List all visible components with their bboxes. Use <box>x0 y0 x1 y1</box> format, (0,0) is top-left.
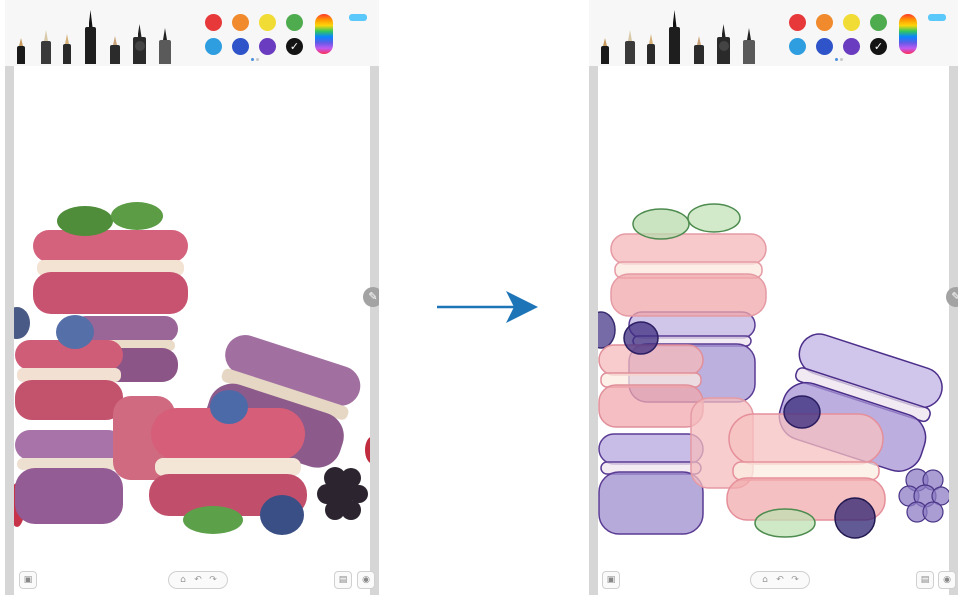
undo-icon[interactable]: ↶ <box>191 572 205 588</box>
color-swatch-red[interactable] <box>789 14 806 31</box>
color-swatch-purple[interactable] <box>259 38 276 55</box>
color-swatch-light-blue[interactable] <box>789 38 806 55</box>
drawing-app-screen-after: ✓ ✎ ▣ ⌂ ↶ ↷ ▤ ◉ <box>589 0 958 595</box>
pink-macaron-left <box>15 340 123 420</box>
macaron-photo <box>14 202 370 535</box>
share-icon[interactable]: ◉ <box>357 571 375 589</box>
purple-macaron-bottom <box>598 433 704 535</box>
pencil-icon[interactable] <box>63 34 71 64</box>
side-pen-handle-icon[interactable]: ✎ <box>363 287 379 307</box>
left-frame-rail <box>589 66 598 595</box>
pen-toolbar: ✓ <box>589 0 958 67</box>
blueberry-icon <box>14 307 30 339</box>
save-icon[interactable]: ▤ <box>916 571 934 589</box>
marker-icon[interactable] <box>669 10 680 64</box>
raspberry-icon <box>365 437 370 463</box>
pink-macaron-top <box>610 233 767 317</box>
color-swatch-blue[interactable] <box>816 38 833 55</box>
drawing-canvas[interactable] <box>14 66 370 595</box>
pink-macaron-left <box>598 344 704 428</box>
drawing-canvas[interactable] <box>598 66 949 595</box>
crayon-icon[interactable] <box>110 36 120 64</box>
redo-icon[interactable]: ↷ <box>206 572 220 588</box>
crayon-icon[interactable] <box>694 36 704 64</box>
left-frame-rail <box>5 66 14 595</box>
color-swatch-yellow[interactable] <box>259 14 276 31</box>
right-arrow-icon <box>437 291 538 323</box>
macaron-drawing <box>598 203 949 539</box>
color-swatch-purple[interactable] <box>843 38 860 55</box>
color-spectrum-icon[interactable] <box>899 14 917 54</box>
color-swatch-light-blue[interactable] <box>205 38 222 55</box>
toolbar-page-dots <box>251 58 261 62</box>
ink-pen-icon[interactable] <box>133 24 146 64</box>
right-frame-rail <box>370 66 379 595</box>
toolbar-tab-indicator[interactable] <box>349 14 367 21</box>
color-swatch-green[interactable] <box>286 14 303 31</box>
home-icon[interactable]: ⌂ <box>758 572 772 588</box>
blueberry-icon <box>210 390 248 424</box>
ink-pen-icon[interactable] <box>717 24 730 64</box>
gallery-icon[interactable]: ▣ <box>602 571 620 589</box>
blueberry-icon <box>260 495 304 535</box>
pen-tools-row <box>599 6 781 64</box>
gallery-icon[interactable]: ▣ <box>19 571 37 589</box>
blueberry-icon <box>783 395 821 429</box>
share-icon[interactable]: ◉ <box>938 571 956 589</box>
save-icon[interactable]: ▤ <box>334 571 352 589</box>
blackberry-icon <box>317 467 368 520</box>
toolbar-tab-indicator[interactable] <box>928 14 946 21</box>
blueberry-icon <box>598 311 616 349</box>
undo-redo-pill: ⌂ ↶ ↷ <box>750 571 810 589</box>
calligraphy-brush-icon[interactable] <box>41 30 51 64</box>
redo-icon[interactable]: ↷ <box>788 572 802 588</box>
blackberry-icon <box>898 468 949 523</box>
mint-leaf-bottom <box>183 506 243 534</box>
color-swatch-yellow[interactable] <box>843 14 860 31</box>
color-swatch-red[interactable] <box>205 14 222 31</box>
drawing-app-screen-before: ✓ ✎ ▣ ⌂ ↶ ↷ ▤ ◉ <box>5 0 379 595</box>
undo-redo-pill: ⌂ ↶ ↷ <box>168 571 228 589</box>
calligraphy-brush-icon[interactable] <box>625 30 635 64</box>
pen-toolbar: ✓ <box>5 0 379 67</box>
color-palette: ✓ <box>789 14 891 55</box>
highlighter-icon[interactable] <box>159 28 171 64</box>
fountain-pen-icon[interactable] <box>17 38 25 64</box>
highlighter-icon[interactable] <box>743 28 755 64</box>
fountain-pen-icon[interactable] <box>601 38 609 64</box>
blueberry-icon <box>834 497 876 539</box>
home-icon[interactable]: ⌂ <box>176 572 190 588</box>
pink-macaron-top <box>33 230 188 314</box>
color-swatch-orange[interactable] <box>232 14 249 31</box>
purple-macaron-bottom <box>15 430 123 524</box>
color-spectrum-icon[interactable] <box>315 14 333 54</box>
color-swatch-black[interactable]: ✓ <box>286 38 303 55</box>
blueberry-icon <box>56 315 94 349</box>
color-swatch-black[interactable]: ✓ <box>870 38 887 55</box>
color-palette: ✓ <box>205 14 307 55</box>
mint-leaf-bottom <box>754 508 816 538</box>
blueberry-icon <box>623 321 659 355</box>
color-swatch-orange[interactable] <box>816 14 833 31</box>
pencil-icon[interactable] <box>647 34 655 64</box>
toolbar-page-dots <box>835 58 845 62</box>
pen-tools-row <box>15 6 197 64</box>
undo-icon[interactable]: ↶ <box>773 572 787 588</box>
color-swatch-blue[interactable] <box>232 38 249 55</box>
marker-icon[interactable] <box>85 10 96 64</box>
right-frame-rail <box>949 66 958 595</box>
color-swatch-green[interactable] <box>870 14 887 31</box>
